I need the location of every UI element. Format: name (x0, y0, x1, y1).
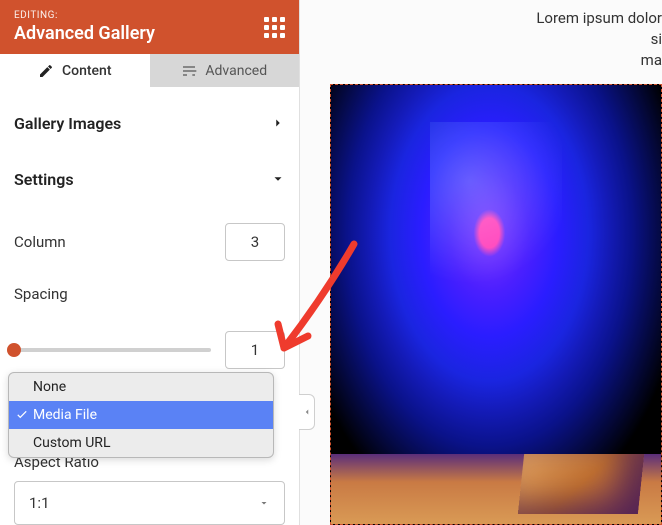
chevron-right-icon (271, 116, 285, 130)
spacing-slider-thumb[interactable] (7, 343, 21, 357)
pencil-icon (38, 63, 54, 79)
field-column: Column (14, 223, 285, 261)
gallery-image-cubes (331, 454, 661, 524)
editing-label: EDITING: (14, 10, 155, 21)
sliders-icon (181, 63, 197, 79)
field-spacing: Spacing (14, 285, 285, 303)
tabs: Content Advanced (0, 54, 299, 87)
dropdown-option-media-file[interactable]: Media File (9, 401, 273, 429)
lorem-line-2: ma (532, 50, 662, 71)
check-icon (15, 407, 29, 421)
spacing-label: Spacing (14, 285, 68, 303)
gallery-image-statue (331, 85, 661, 455)
aspect-ratio-select[interactable]: 1:1 (14, 481, 285, 525)
dropdown-option-none-label: None (33, 379, 66, 395)
panel-title: Advanced Gallery (14, 23, 155, 44)
dropdown-option-media-file-label: Media File (33, 407, 97, 423)
drag-handle-icon[interactable] (264, 17, 285, 38)
tab-advanced-label: Advanced (205, 63, 267, 79)
tab-advanced[interactable]: Advanced (150, 54, 300, 87)
dropdown-option-none[interactable]: None (9, 373, 273, 401)
link-to-dropdown: None Media File Custom URL (8, 372, 274, 458)
aspect-ratio-value: 1:1 (29, 494, 50, 512)
chevron-left-icon (302, 407, 312, 417)
spacing-slider[interactable] (14, 348, 211, 352)
spacing-input[interactable] (225, 331, 285, 369)
panel-header: EDITING: Advanced Gallery (0, 0, 299, 54)
section-settings[interactable]: Settings (14, 157, 285, 201)
tab-content-label: Content (62, 63, 112, 79)
panel-collapse-handle[interactable] (299, 394, 315, 430)
gallery-preview-canvas[interactable] (330, 84, 662, 525)
section-gallery-images[interactable]: Gallery Images (14, 101, 285, 145)
section-settings-label: Settings (14, 170, 74, 189)
chevron-down-icon (271, 172, 285, 186)
preview-area: Lorem ipsum dolor si ma (300, 0, 662, 525)
dropdown-option-custom-url[interactable]: Custom URL (9, 429, 273, 457)
caret-down-icon (258, 497, 270, 509)
section-gallery-images-label: Gallery Images (14, 114, 121, 133)
dropdown-option-custom-url-label: Custom URL (33, 435, 110, 451)
column-input[interactable] (225, 223, 285, 261)
lorem-text: Lorem ipsum dolor si ma (532, 8, 662, 71)
editor-panel: EDITING: Advanced Gallery Content Advanc… (0, 0, 300, 525)
lorem-line-1: Lorem ipsum dolor si (532, 8, 662, 50)
column-label: Column (14, 233, 66, 251)
tab-content[interactable]: Content (0, 54, 150, 87)
